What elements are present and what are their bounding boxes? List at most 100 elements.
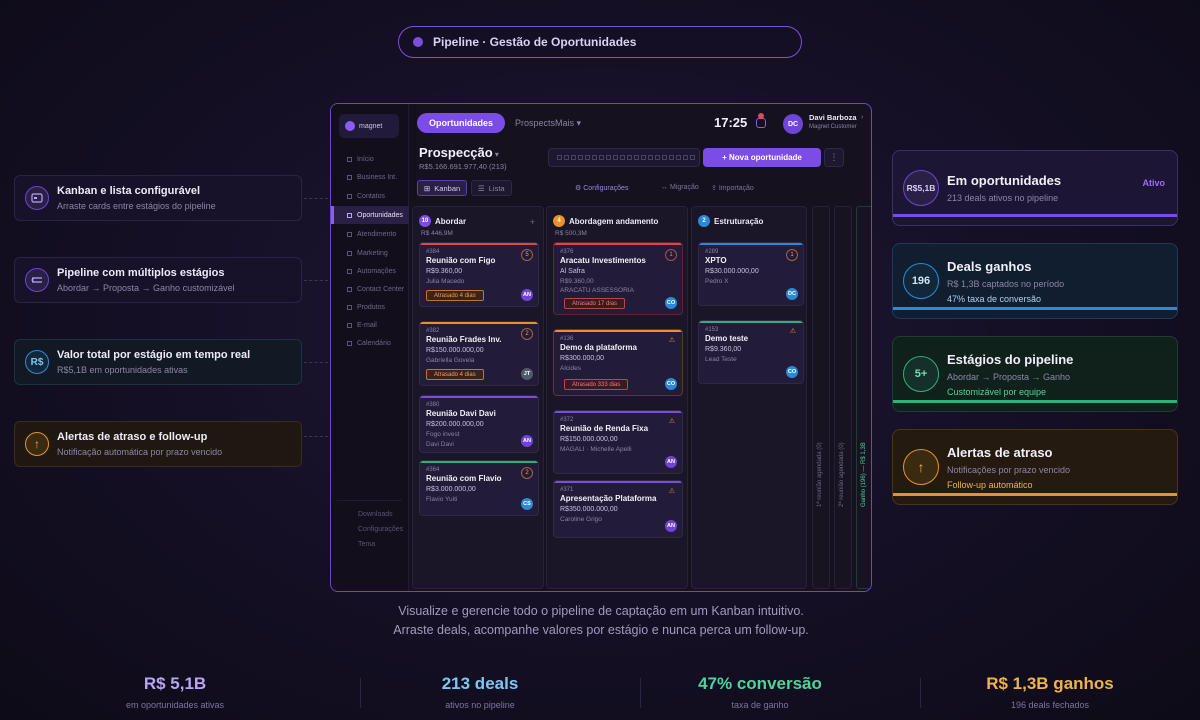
warning-icon: ⚠ — [668, 337, 675, 344]
add-card-icon[interactable]: + — [530, 217, 535, 227]
stat-accent-bar — [893, 493, 1177, 496]
avatar[interactable]: JT — [521, 368, 533, 380]
late-badge: Atrasado 4 dias — [426, 290, 484, 301]
box-icon — [347, 304, 352, 310]
feature-subtitle: Arraste cards entre estágios do pipeline — [57, 201, 216, 211]
more-options-icon[interactable]: ⋮ — [824, 148, 844, 167]
stat-value: 47% conversão — [698, 674, 822, 693]
feature-value: R$ Valor total por estágio em tempo real… — [14, 339, 302, 385]
deal-card[interactable]: #153 Demo teste R$9.360,00 Lead Teste ⚠ … — [698, 320, 804, 384]
deal-card[interactable]: #364 Reunião com Flavio R$3.000.000,00 F… — [419, 460, 539, 516]
swap-icon: ↔ — [661, 184, 670, 191]
logo[interactable]: magnet — [339, 114, 399, 138]
new-opportunity-button[interactable]: + Nova oportunidade — [703, 148, 821, 167]
kanban-column-collapsed[interactable]: 2ª reunião agendada (0) — [834, 206, 852, 589]
feature-title: Valor total por estágio em tempo real — [57, 349, 251, 361]
filter-bar[interactable] — [548, 148, 700, 167]
feature-alerts: ↑ Alertas de atraso e follow-up Notifica… — [14, 421, 302, 467]
sidebar-item-marketing[interactable]: Marketing — [331, 244, 409, 262]
column-header: 10 Abordar — [419, 215, 466, 227]
feature-title: Alertas de atraso e follow-up — [57, 431, 208, 443]
view-toggle-kanban[interactable]: ⊞ Kanban — [417, 180, 468, 196]
sidebar-item-produtos[interactable]: Produtos — [331, 298, 409, 316]
page-subtitle: R$5.166.691.977,40 (213) — [419, 162, 507, 171]
sidebar-item-configuracoes[interactable]: Configurações — [358, 526, 403, 533]
caption-line: Visualize e gerencie todo o pipeline de … — [398, 604, 804, 618]
sidebar-item-inicio[interactable]: Início — [331, 150, 409, 168]
task-count-badge: 1 — [786, 249, 798, 261]
sidebar-item-contact-center[interactable]: Contact Center — [331, 280, 409, 298]
avatar[interactable]: AN — [665, 456, 677, 468]
stat-subtitle: Abordar → Proposta → Ganho — [947, 371, 1071, 382]
stat-card-won: 196 Deals ganhos R$ 1,3B captados no per… — [892, 243, 1178, 319]
column-count: 10 — [419, 215, 431, 227]
sidebar-item-tema[interactable]: Tema — [358, 541, 375, 548]
avatar[interactable]: CS — [521, 498, 533, 510]
connector-line — [304, 198, 328, 199]
deal-card[interactable]: #384 Reunião com Figo R$9.360,00 Julia M… — [419, 242, 539, 307]
header-dot-icon — [413, 37, 423, 47]
sidebar-item-automacoes[interactable]: Automações — [331, 262, 409, 280]
sidebar-item-email[interactable]: E-mail — [331, 316, 409, 334]
kanban-column-ganho[interactable]: Ganho (196) — R$ 1,3B — [856, 206, 871, 589]
stat-value: R$ 5,1B — [143, 674, 207, 693]
sidebar-item-contatos[interactable]: Contatos — [331, 187, 409, 205]
kanban-column-collapsed[interactable]: 1ª reunião agendada (0) — [812, 206, 830, 589]
view-toggle-list[interactable]: ☰ Lista — [471, 180, 512, 196]
sidebar-item-business[interactable]: Business Int. — [331, 168, 409, 186]
deal-card[interactable]: #382 Reunião Frades Inv. R$150.000.000,0… — [419, 321, 539, 386]
deal-card[interactable]: #376 Aracatu Investimentos Al Safra R$9.… — [553, 242, 683, 315]
sidebar-item-downloads[interactable]: Downloads — [358, 511, 393, 518]
chevron-down-icon: ▾ — [492, 150, 499, 159]
column-header: 4 Abordagem andamento — [553, 215, 658, 227]
feature-pipeline: Pipeline com múltiplos estágios Abordar … — [14, 257, 302, 303]
deal-card[interactable]: #371 Apresentação Plataforma R$350.000.0… — [553, 480, 683, 538]
magnet-logo-icon — [345, 121, 355, 131]
stat-note: Customizável por equipe — [947, 386, 1047, 397]
kanban-column-abordagem: 4 Abordagem andamento R$ 500,3M #376 Arac… — [546, 206, 688, 589]
deal-card[interactable]: #136 Demo da plataforma R$300.000,00 Alc… — [553, 329, 683, 396]
warning-icon: ⚠ — [789, 328, 796, 335]
stat-accent-bar — [893, 400, 1177, 403]
card-icon — [25, 186, 49, 210]
deal-card[interactable]: #372 Reunião de Renda Fixa R$150.000.000… — [553, 410, 683, 474]
avatar[interactable]: DC — [786, 288, 798, 300]
caption: Visualize e gerencie todo o pipeline de … — [330, 602, 872, 640]
config-link[interactable]: ⚙ Configurações — [575, 184, 628, 192]
app-window: magnet Início Business Int. Contatos Opo… — [330, 103, 872, 592]
feature-subtitle: R$5,1B em oportunidades ativas — [57, 365, 188, 375]
column-count: 4 — [553, 215, 565, 227]
migration-link[interactable]: ↔ Migração — [661, 184, 699, 191]
import-link[interactable]: ⇪ Importação — [711, 184, 754, 192]
avatar[interactable]: CO — [665, 378, 677, 390]
tab-prospectsmais[interactable]: ProspectsMais ▾ — [515, 118, 581, 129]
column-header: 2 Estruturação — [698, 215, 763, 227]
avatar[interactable]: AN — [665, 520, 677, 532]
avatar[interactable]: CO — [786, 366, 798, 378]
avatar[interactable]: AN — [521, 289, 533, 301]
column-value: R$ 500,3M — [555, 230, 587, 237]
feature-subtitle: Abordar → Proposta → Ganho customizável — [57, 283, 235, 293]
stat-label: taxa de ganho — [731, 700, 789, 710]
deal-card[interactable]: #289 XPTO R$30.000.000,00 Pedro X 1 DC — [698, 242, 804, 306]
connector-line — [304, 436, 328, 437]
gear-icon — [347, 268, 352, 274]
tab-oportunidades[interactable]: Oportunidades — [417, 113, 505, 133]
sidebar-divider — [337, 500, 402, 501]
warning-icon: ⚠ — [668, 418, 675, 425]
home-icon — [347, 156, 352, 162]
sidebar-item-atendimento[interactable]: Atendimento — [331, 225, 409, 243]
notification-icon[interactable] — [756, 118, 766, 128]
avatar[interactable]: AN — [521, 435, 533, 447]
chevron-right-icon[interactable]: › — [861, 114, 863, 121]
avatar[interactable]: DC — [783, 114, 803, 134]
late-badge: Atrasado 333 dias — [564, 379, 629, 390]
sidebar-item-oportunidades[interactable]: Oportunidades — [331, 206, 409, 224]
page-title[interactable]: Prospecção ▾ — [419, 145, 499, 160]
header-title: Pipeline · Gestão de Oportunidades — [433, 35, 637, 49]
gear-icon: ⚙ — [575, 185, 584, 192]
sidebar-item-calendario[interactable]: Calendário — [331, 334, 409, 352]
avatar[interactable]: CO — [665, 297, 677, 309]
deal-card[interactable]: #380 Reunião Davi Davi R$200.000.000,00 … — [419, 395, 539, 453]
stat-note: Follow-up automático — [947, 479, 1033, 490]
